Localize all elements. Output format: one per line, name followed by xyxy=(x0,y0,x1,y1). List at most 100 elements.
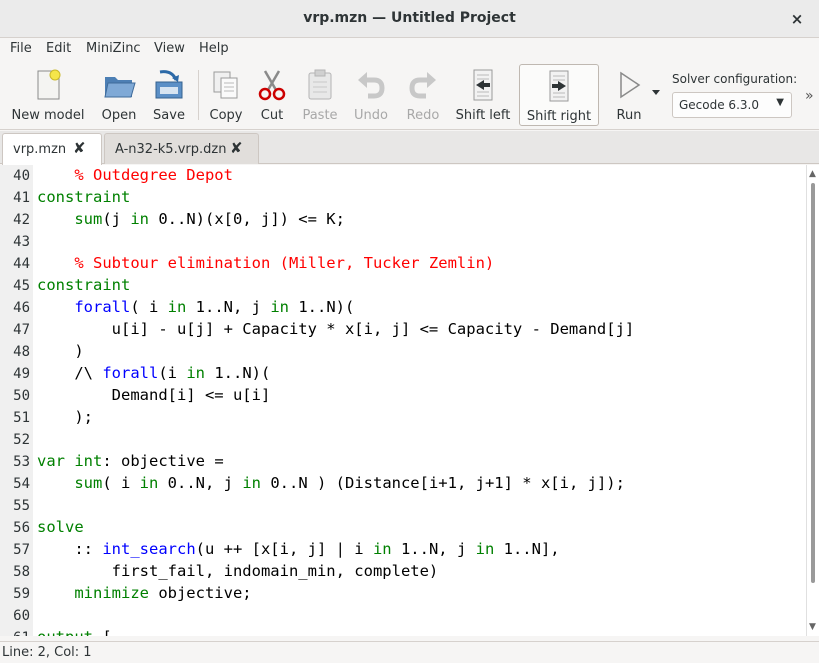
keyword-token: solve xyxy=(37,518,84,536)
line-number: 44 xyxy=(13,256,30,272)
code-line[interactable]: 47 u[i] - u[j] + Capacity * x[i, j] <= C… xyxy=(0,319,806,341)
code-line[interactable]: 44 % Subtour elimination (Miller, Tucker… xyxy=(0,253,806,275)
code-line[interactable]: 42 sum(j in 0..N)(x[0, j]) <= K; xyxy=(0,209,806,231)
menu-help[interactable]: Help xyxy=(199,41,229,56)
code-line[interactable]: 56 solve xyxy=(0,517,806,539)
copy-button[interactable]: Copy xyxy=(203,64,249,126)
cursor-position: Line: 2, Col: 1 xyxy=(2,645,92,660)
function-token: int_search xyxy=(102,540,196,558)
code-token: ); xyxy=(37,408,93,426)
code-line[interactable]: 61 output [ xyxy=(0,627,806,636)
window-title: vrp.mzn — Untitled Project xyxy=(303,10,516,26)
code-token: u[i] - u[j] + Capacity * x[i, j] <= Capa… xyxy=(37,320,635,338)
keyword-token: in xyxy=(167,298,187,316)
run-dropdown-icon[interactable] xyxy=(652,90,660,96)
code-token: 1..N, j xyxy=(391,540,476,558)
toolbar: New model Open Save Copy Cut Paste Undo … xyxy=(0,60,819,130)
menu-edit[interactable]: Edit xyxy=(46,41,71,56)
scrollbar-thumb[interactable] xyxy=(811,183,815,583)
keyword-token: sum xyxy=(74,474,103,492)
run-label: Run xyxy=(616,108,642,123)
keyword-token: constraint xyxy=(37,276,131,294)
menu-view[interactable]: View xyxy=(154,41,185,56)
line-number: 40 xyxy=(13,168,30,184)
close-tab-icon[interactable]: ✘ xyxy=(230,139,243,157)
code-text: first_fail, indomain_min, complete) xyxy=(37,562,439,580)
folder-open-icon xyxy=(104,77,136,98)
code-text: constraint xyxy=(37,276,130,294)
code-line[interactable]: 41 constraint xyxy=(0,187,806,209)
run-button[interactable]: Run xyxy=(606,64,652,126)
code-token: ( i xyxy=(102,474,140,492)
paste-button[interactable]: Paste xyxy=(297,64,343,126)
clipboard-icon xyxy=(308,69,332,100)
copy-icon xyxy=(213,71,238,99)
menu-minizinc[interactable]: MiniZinc xyxy=(86,41,141,56)
code-text: % Subtour elimination (Miller, Tucker Ze… xyxy=(37,254,494,272)
code-line[interactable]: 58 first_fail, indomain_min, complete) xyxy=(0,561,806,583)
code-line[interactable]: 46 forall( i in 1..N, j in 1..N)( xyxy=(0,297,806,319)
code-line[interactable]: 55 xyxy=(0,495,806,517)
shift-right-button[interactable]: Shift right xyxy=(519,64,599,126)
line-number: 52 xyxy=(13,432,30,448)
line-number: 48 xyxy=(13,344,30,360)
code-text: % Outdegree Depot xyxy=(37,166,233,184)
comment-token: % Subtour elimination (Miller, Tucker Ze… xyxy=(74,254,495,272)
scroll-up-icon[interactable]: ▲ xyxy=(809,169,816,179)
save-button[interactable]: Save xyxy=(146,64,192,126)
code-token: 0..N ) (Distance[i+1, j+1] * x[i, j]); xyxy=(261,474,625,492)
open-button[interactable]: Open xyxy=(96,64,142,126)
code-line[interactable]: 45 constraint xyxy=(0,275,806,297)
code-text: solve xyxy=(37,518,84,536)
close-icon[interactable]: × xyxy=(787,9,807,29)
close-tab-icon[interactable]: ✘ xyxy=(73,139,86,157)
code-editor[interactable]: 40 % Outdegree Depot 41 constraint 42 sum(j… xyxy=(0,165,806,636)
code-line[interactable]: 49 /\ forall(i in 1..N)( xyxy=(0,363,806,385)
cut-label: Cut xyxy=(260,108,284,123)
code-line[interactable]: 50 Demand[i] <= u[i] xyxy=(0,385,806,407)
code-line[interactable]: 57 :: int_search(u ++ [x[i, j] | i in 1.… xyxy=(0,539,806,561)
tab-a-n32-k5-vrp-dzn[interactable]: A-n32-k5.vrp.dzn ✘ xyxy=(104,133,259,164)
scroll-down-icon[interactable]: ▼ xyxy=(809,622,816,632)
code-line[interactable]: 59 minimize objective; xyxy=(0,583,806,605)
line-number: 51 xyxy=(13,410,30,426)
menu-file[interactable]: File xyxy=(10,41,32,56)
solver-config-select[interactable]: Gecode 6.3.0 ▼ xyxy=(672,92,792,118)
keyword-token: in xyxy=(242,474,261,492)
vertical-scrollbar[interactable]: ▲ ▼ xyxy=(806,165,819,636)
toolbar-overflow-icon[interactable]: » xyxy=(805,88,814,104)
redo-button[interactable]: Redo xyxy=(400,64,446,126)
new-model-button[interactable]: New model xyxy=(6,64,90,126)
code-token: 0..N)(x[0, j]) <= K; xyxy=(149,210,345,228)
code-token: (u ++ [x[i, j] | i xyxy=(195,540,373,558)
line-number: 56 xyxy=(13,520,30,536)
tab-vrp-mzn[interactable]: vrp.mzn ✘ xyxy=(2,133,102,165)
code-token: (i xyxy=(158,364,187,382)
play-icon xyxy=(620,71,641,99)
code-line[interactable]: 40 % Outdegree Depot xyxy=(0,165,806,187)
code-token: 1..N, j xyxy=(186,298,271,316)
code-token: /\ xyxy=(37,364,103,382)
code-line[interactable]: 52 xyxy=(0,429,806,451)
code-line[interactable]: 48 ) xyxy=(0,341,806,363)
line-number: 57 xyxy=(13,542,30,558)
tab-label: A-n32-k5.vrp.dzn xyxy=(115,142,227,157)
code-line[interactable]: 53 var int: objective = xyxy=(0,451,806,473)
redo-label: Redo xyxy=(406,108,440,123)
undo-icon xyxy=(358,72,385,99)
undo-button[interactable]: Undo xyxy=(348,64,394,126)
code-line[interactable]: 60 xyxy=(0,605,806,627)
shift-left-button[interactable]: Shift left xyxy=(452,64,514,126)
code-text: ); xyxy=(37,408,93,426)
line-number: 50 xyxy=(13,388,30,404)
code-text: /\ forall(i in 1..N)( xyxy=(37,364,270,382)
code-line[interactable]: 54 sum( i in 0..N, j in 0..N ) (Distance… xyxy=(0,473,806,495)
code-line[interactable]: 51 ); xyxy=(0,407,806,429)
code-text: :: int_search(u ++ [x[i, j] | i in 1..N,… xyxy=(37,540,559,558)
line-number: 60 xyxy=(13,608,30,624)
code-text: forall( i in 1..N, j in 1..N)( xyxy=(37,298,354,316)
cut-button[interactable]: Cut xyxy=(251,64,293,126)
code-line[interactable]: 43 xyxy=(0,231,806,253)
